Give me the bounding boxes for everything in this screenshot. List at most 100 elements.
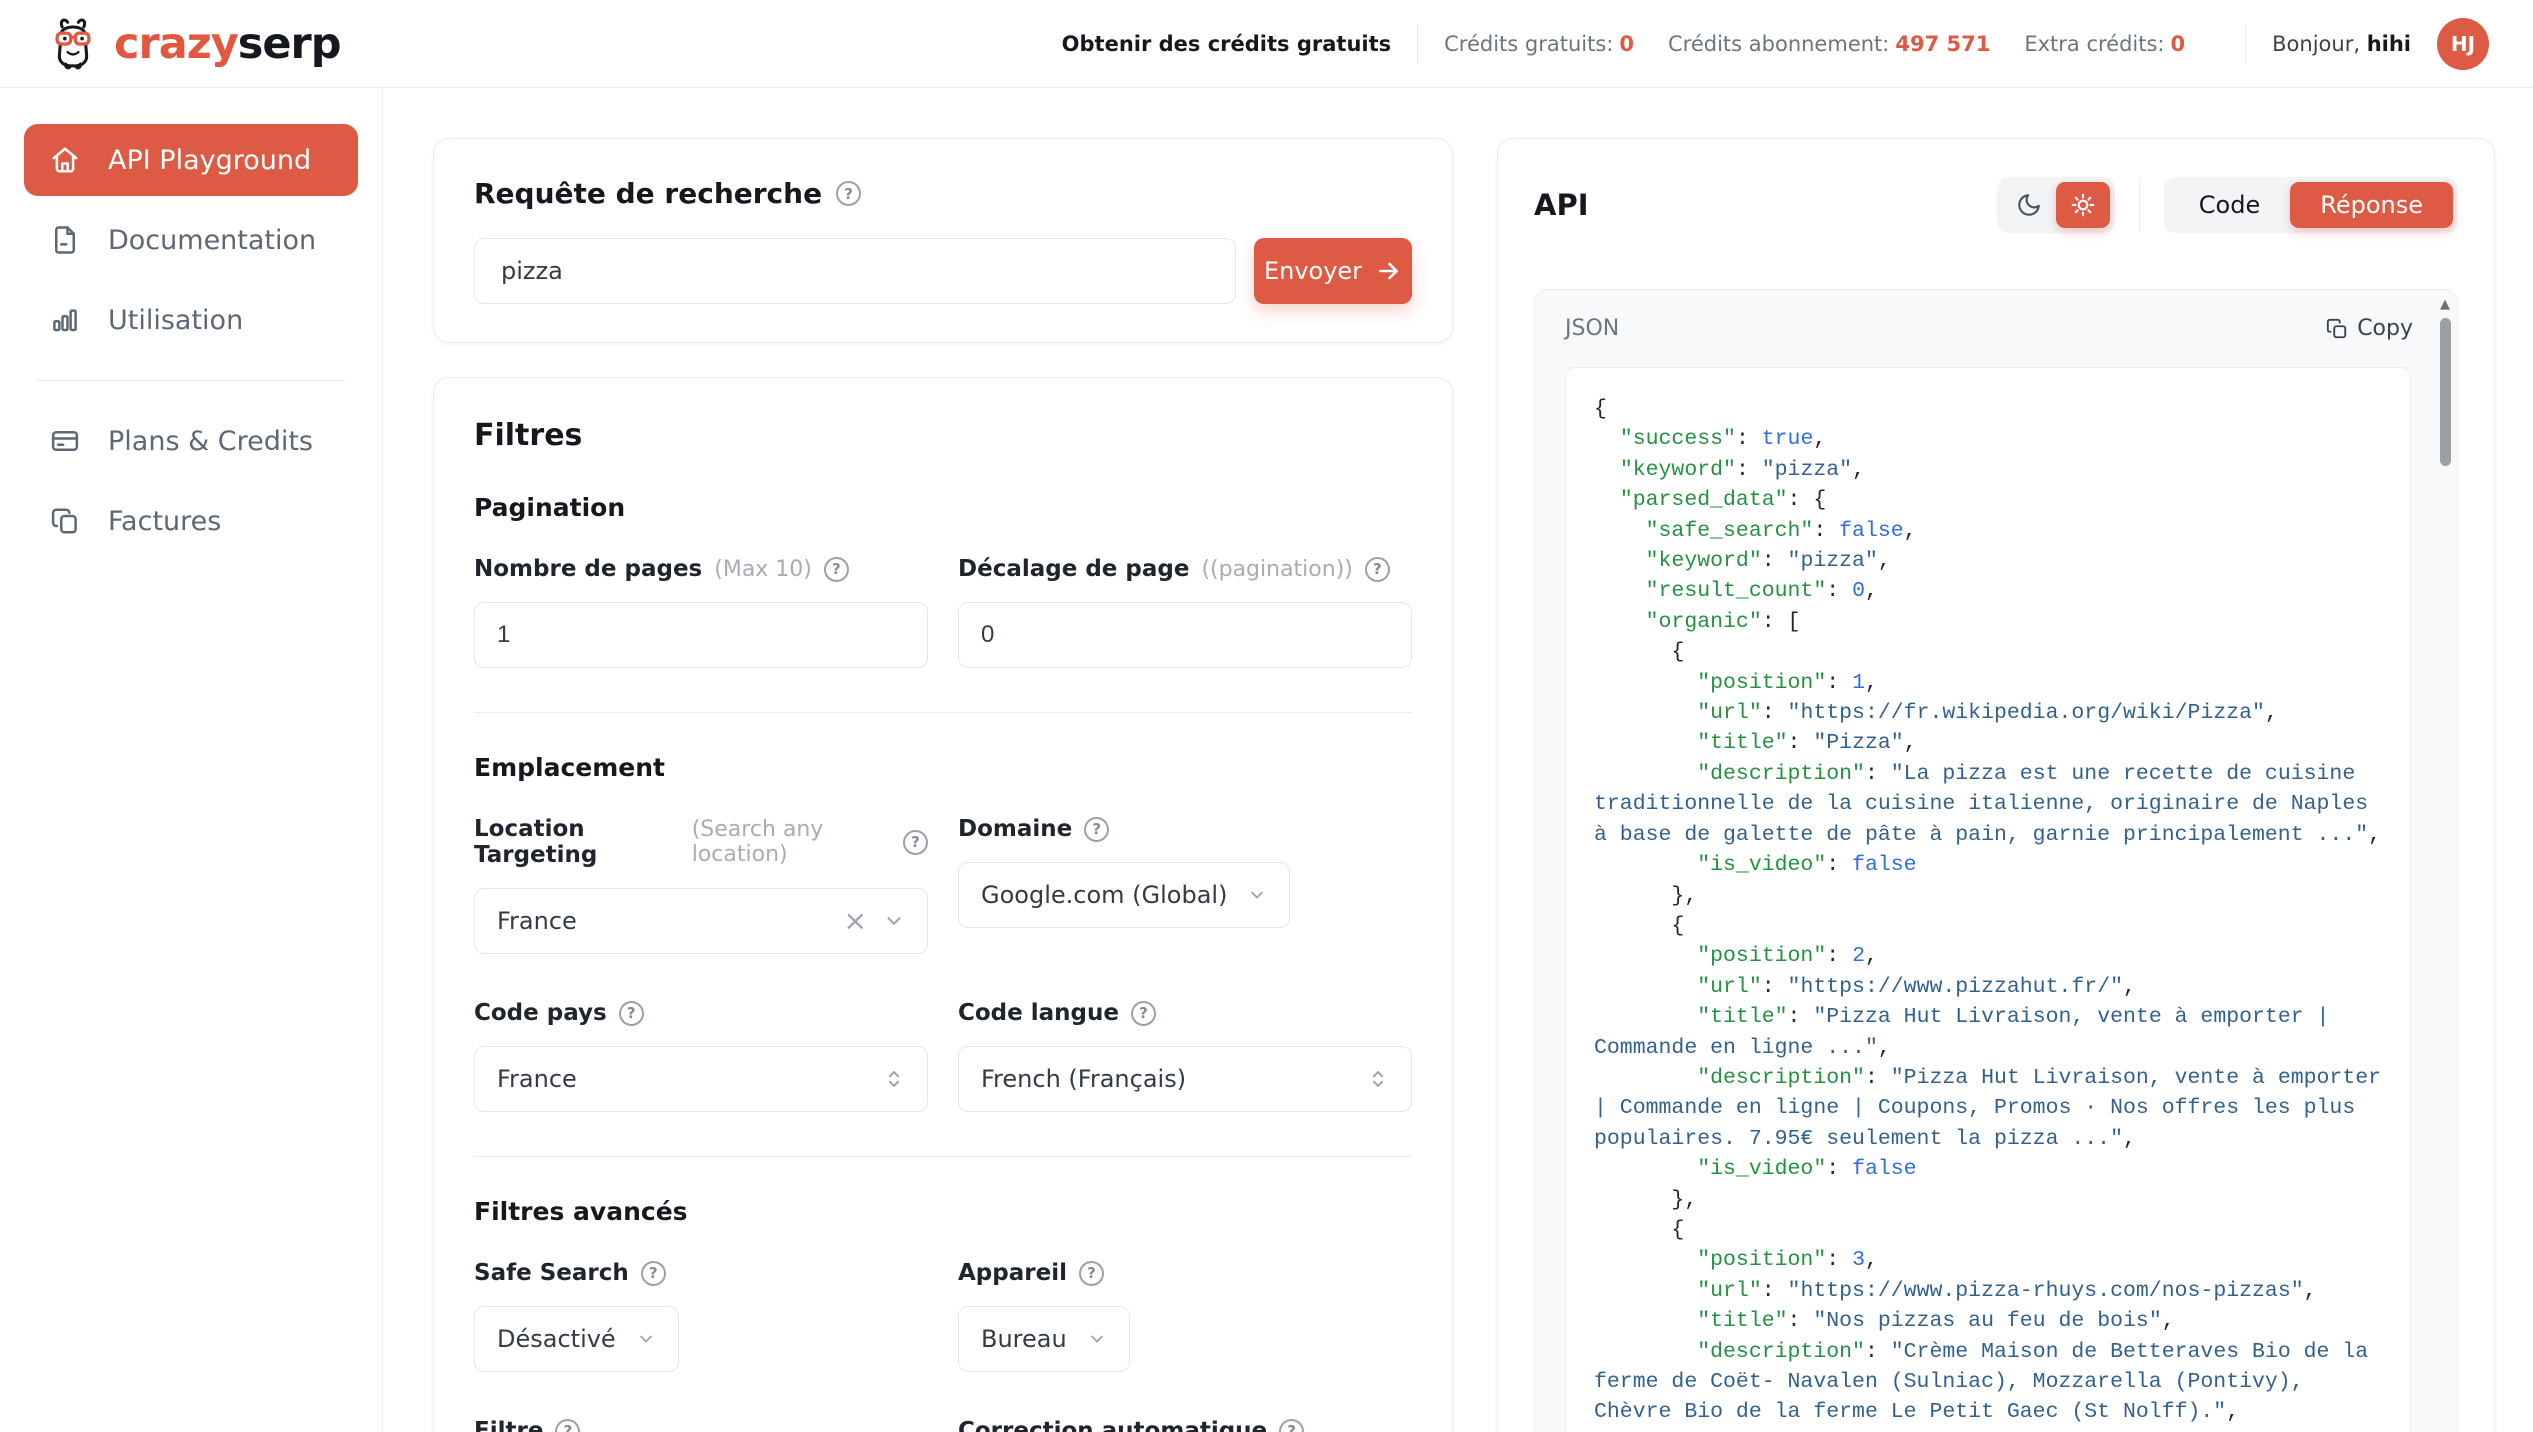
tab-response[interactable]: Réponse: [2290, 182, 2453, 228]
safe-search-select[interactable]: Désactivé: [474, 1306, 679, 1372]
advanced-heading: Filtres avancés: [474, 1197, 1412, 1226]
copy-icon: [2326, 318, 2348, 340]
device-select[interactable]: Bureau: [958, 1306, 1130, 1372]
location-label: Location Targeting: [474, 816, 680, 868]
help-icon[interactable]: ?: [555, 1419, 580, 1432]
sidebar-item-label: Documentation: [108, 225, 316, 256]
pages-field: Nombre de pages (Max 10) ?: [474, 556, 928, 668]
send-button[interactable]: Envoyer: [1254, 238, 1412, 304]
help-icon[interactable]: ?: [641, 1261, 666, 1286]
sidebar-item-label: Plans & Credits: [108, 426, 313, 457]
json-code-box: { "success": true, "keyword": "pizza", "…: [1565, 367, 2411, 1432]
home-icon: [50, 145, 80, 175]
location-select[interactable]: France ×: [474, 888, 928, 954]
get-free-credits-link[interactable]: Obtenir des crédits gratuits: [1062, 32, 1391, 56]
brand-name: crazyserp: [114, 19, 341, 69]
credit-card-icon: [50, 426, 80, 456]
search-input[interactable]: [474, 238, 1236, 304]
pages-input[interactable]: [474, 602, 928, 668]
help-icon[interactable]: ?: [1084, 817, 1109, 842]
device-field: Appareil ? Bureau: [958, 1260, 1412, 1372]
free-credits-value: 0: [1619, 32, 1634, 56]
help-icon[interactable]: ?: [619, 1001, 644, 1026]
help-icon[interactable]: ?: [1365, 557, 1390, 582]
form-column: Requête de recherche ? Envoyer Filtres: [433, 138, 1453, 1432]
location-hint: (Search any location): [692, 817, 891, 867]
sidebar: API Playground Documentation Utilisation: [0, 88, 383, 1432]
chevron-down-icon: [883, 910, 905, 932]
extra-credits-stat: Extra crédits:0: [2024, 32, 2185, 56]
offset-input[interactable]: [958, 602, 1412, 668]
bar-chart-icon: [50, 305, 80, 335]
safe-search-label: Safe Search: [474, 1260, 629, 1286]
scroll-up-icon[interactable]: ▲: [2440, 298, 2450, 311]
search-card: Requête de recherche ? Envoyer: [433, 138, 1453, 343]
header-right: Obtenir des crédits gratuits Crédits gra…: [1062, 18, 2489, 70]
sidebar-item-label: Utilisation: [108, 305, 243, 336]
help-icon[interactable]: ?: [1131, 1001, 1156, 1026]
help-icon[interactable]: ?: [836, 181, 861, 206]
light-mode-button[interactable]: [2056, 182, 2110, 228]
brand-logo[interactable]: crazyserp: [44, 15, 341, 73]
domain-field: Domaine ? Google.com (Global): [958, 816, 1412, 954]
controls-divider: [2139, 179, 2140, 231]
sidebar-item-factures[interactable]: Factures: [24, 485, 358, 557]
help-icon[interactable]: ?: [824, 557, 849, 582]
sidebar-item-label: API Playground: [108, 145, 311, 176]
theme-toggle: [1997, 177, 2115, 233]
search-title-row: Requête de recherche ?: [474, 177, 1412, 210]
emplacement-heading: Emplacement: [474, 753, 1412, 782]
chevron-down-icon: [1087, 1329, 1107, 1349]
avatar[interactable]: HJ: [2437, 18, 2489, 70]
help-icon[interactable]: ?: [903, 830, 928, 855]
subscription-credits-value: 497 571: [1895, 32, 1990, 56]
help-icon[interactable]: ?: [1079, 1261, 1104, 1286]
json-panel: JSON Copy { "success": true, "keyword": …: [1534, 289, 2458, 1432]
help-icon[interactable]: ?: [1279, 1419, 1304, 1432]
language-field: Code langue ? French (Français): [958, 1000, 1412, 1112]
sidebar-item-plans-credits[interactable]: Plans & Credits: [24, 405, 358, 477]
pages-hint: (Max 10): [714, 557, 812, 582]
country-select[interactable]: France: [474, 1046, 928, 1112]
dark-mode-button[interactable]: [2002, 182, 2056, 228]
offset-label: Décalage de page: [958, 556, 1189, 582]
filter-field: Filtre ? 1 - Activé: [474, 1418, 928, 1432]
language-select[interactable]: French (Français): [958, 1046, 1412, 1112]
api-title: API: [1534, 188, 1589, 222]
top-header: crazyserp Obtenir des crédits gratuits C…: [0, 0, 2533, 88]
scrollbar-thumb[interactable]: [2440, 318, 2451, 466]
subscription-credits-stat: Crédits abonnement:497 571: [1668, 32, 1990, 56]
sidebar-item-api-playground[interactable]: API Playground: [24, 124, 358, 196]
user-greeting: Bonjour, hihi: [2272, 32, 2411, 56]
view-tabs: Code Réponse: [2164, 177, 2458, 233]
copy-button[interactable]: Copy: [2326, 316, 2413, 341]
sidebar-item-documentation[interactable]: Documentation: [24, 204, 358, 276]
json-scrollbar[interactable]: ▲: [2436, 296, 2454, 1432]
chevron-down-icon: [636, 1329, 656, 1349]
safe-search-field: Safe Search ? Désactivé: [474, 1260, 928, 1372]
language-label: Code langue: [958, 1000, 1119, 1026]
free-credits-stat: Crédits gratuits:0: [1444, 32, 1634, 56]
domain-label: Domaine: [958, 816, 1072, 842]
section-divider: [474, 1156, 1412, 1157]
main-content: Requête de recherche ? Envoyer Filtres: [383, 88, 2533, 1432]
api-column: API C: [1497, 138, 2495, 1432]
sidebar-item-label: Factures: [108, 506, 221, 537]
tab-code[interactable]: Code: [2169, 182, 2290, 228]
chevron-down-icon: [1247, 885, 1267, 905]
location-field: Location Targeting (Search any location)…: [474, 816, 928, 954]
domain-select[interactable]: Google.com (Global): [958, 862, 1290, 928]
unfold-icon: [883, 1068, 905, 1090]
sidebar-item-utilisation[interactable]: Utilisation: [24, 284, 358, 356]
username: hihi: [2367, 32, 2411, 56]
header-divider: [2245, 25, 2246, 63]
document-icon: [50, 225, 80, 255]
brand-mascot-icon: [44, 15, 102, 73]
autocorrect-field: Correction automatique ? 0 - Inclure: [958, 1418, 1412, 1432]
sun-icon: [2070, 192, 2096, 218]
app: crazyserp Obtenir des crédits gratuits C…: [0, 0, 2533, 1432]
filters-card: Filtres Pagination Nombre de pages (Max …: [433, 377, 1453, 1432]
pages-label: Nombre de pages: [474, 556, 702, 582]
offset-hint: ((pagination)): [1201, 557, 1352, 582]
clear-icon[interactable]: ×: [844, 907, 867, 935]
